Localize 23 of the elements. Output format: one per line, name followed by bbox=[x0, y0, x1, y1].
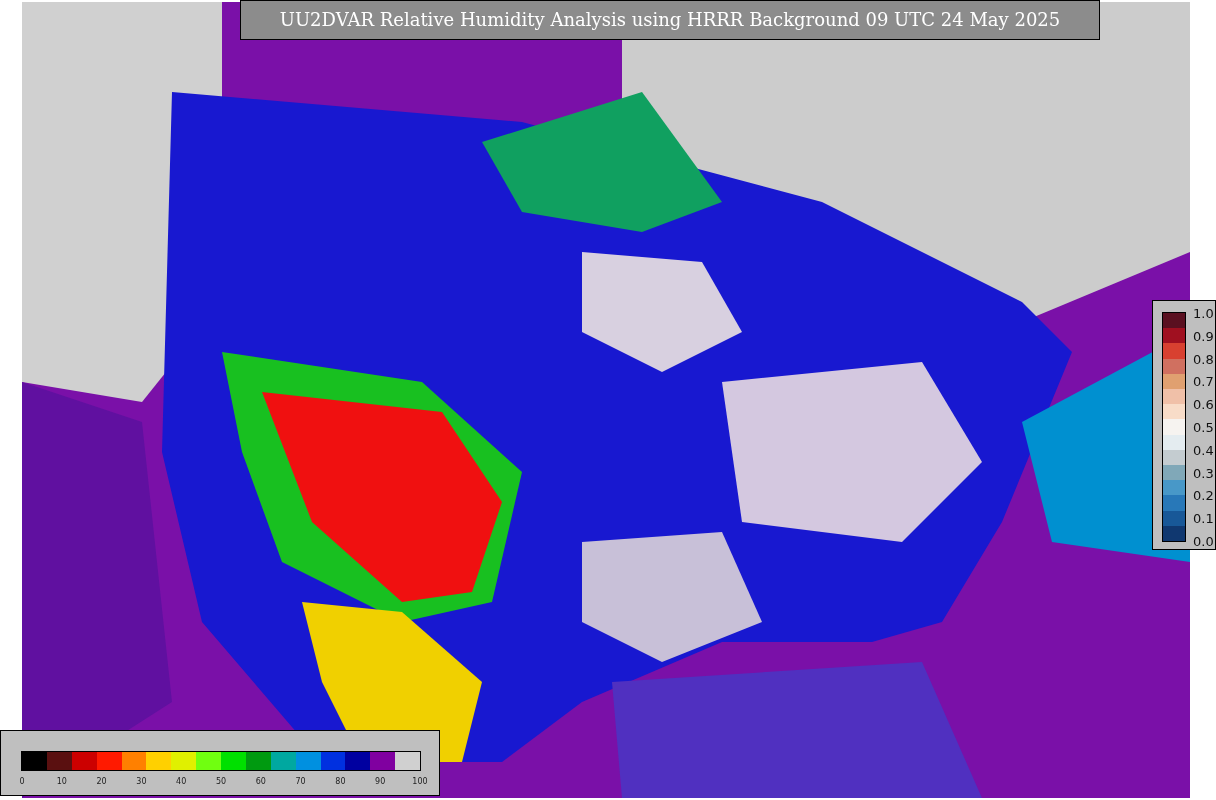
tick-label: 0.5 bbox=[1193, 419, 1214, 435]
tick-label: 100 bbox=[412, 777, 428, 786]
tick-label: 90 bbox=[375, 777, 386, 786]
tick-label: 0.1 bbox=[1193, 510, 1214, 526]
tick-label: 50 bbox=[215, 777, 227, 786]
tick-label: 1.0 bbox=[1193, 305, 1214, 321]
tick-label: 30 bbox=[136, 777, 147, 786]
chart-title: UU2DVAR Relative Humidity Analysis using HRRR Background 09 UTC 24 May 2025 bbox=[240, 0, 1100, 40]
tick-label: 0.9 bbox=[1193, 328, 1214, 344]
tick-label: 10 bbox=[56, 777, 67, 786]
tick-label: 0.2 bbox=[1193, 487, 1214, 503]
tick-label: 0.8 bbox=[1193, 351, 1214, 367]
tick-label: 40 bbox=[176, 777, 187, 786]
tick-label: 0.7 bbox=[1193, 373, 1214, 389]
tick-label: 80 bbox=[335, 777, 346, 786]
tick-label: 0 bbox=[19, 777, 25, 786]
tick-label: 60 bbox=[255, 777, 266, 786]
tick-label: 0.6 bbox=[1193, 396, 1214, 412]
tick-label: 0.4 bbox=[1193, 442, 1214, 458]
tick-label: 70 bbox=[295, 777, 306, 786]
tick-label: 20 bbox=[96, 777, 107, 786]
tick-label: 0.0 bbox=[1193, 533, 1214, 549]
tick-label: 0.3 bbox=[1193, 465, 1214, 481]
